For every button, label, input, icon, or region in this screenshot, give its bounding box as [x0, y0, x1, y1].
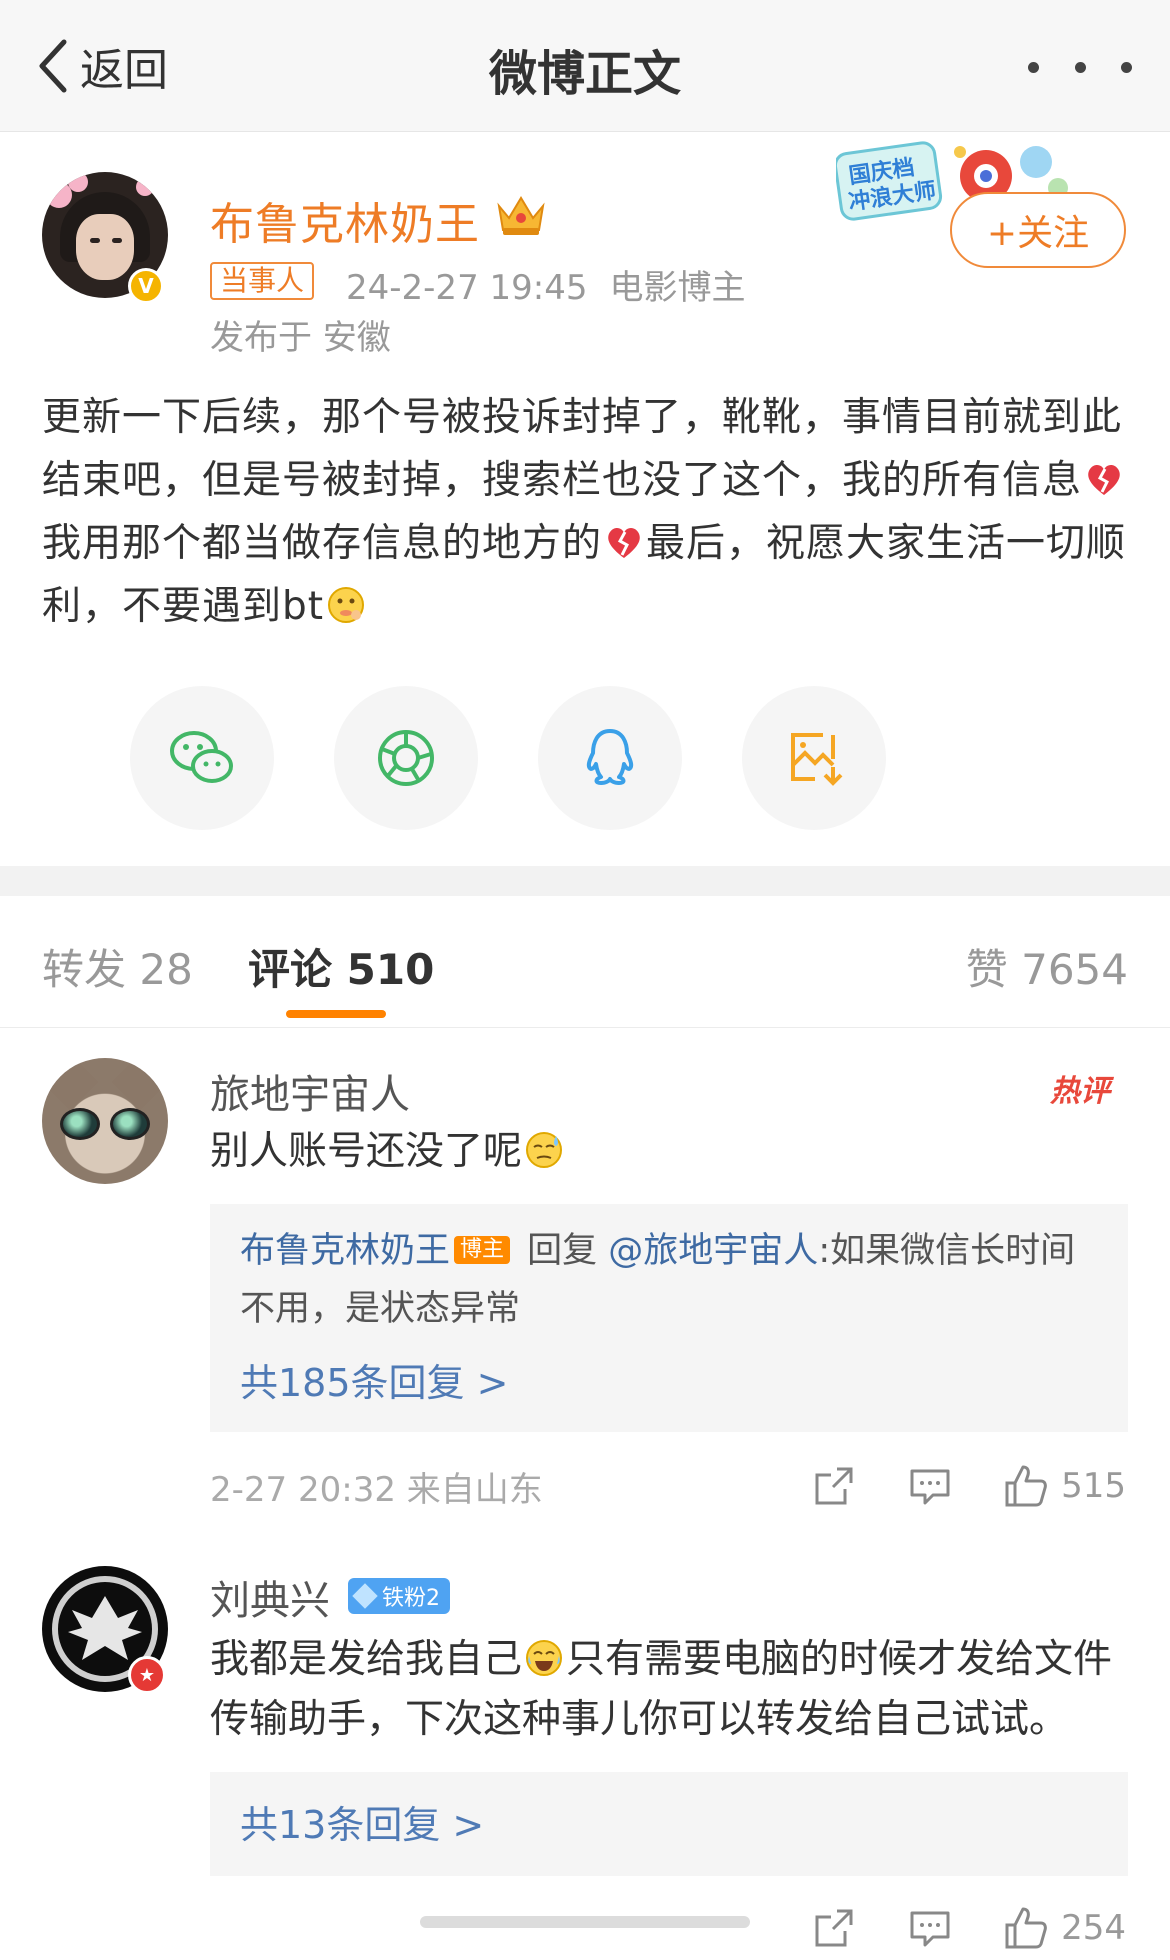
post-timestamp: 24-2-27 19:45 [346, 268, 588, 308]
thumbs-up-icon [1005, 1465, 1047, 1507]
back-label: 返回 [80, 45, 168, 96]
laughing-face-icon [526, 1640, 563, 1676]
commenter-avatar[interactable] [42, 1058, 168, 1184]
avatar-ear [111, 1058, 168, 1111]
fan-level-badge: 铁粉2 [348, 1578, 450, 1614]
tab-bar: 转发 28 评论 510 赞 7654 [0, 896, 1170, 1028]
share-wechat-button[interactable] [130, 686, 274, 830]
comment-text-content: 我都是发给我自己 [210, 1637, 523, 1682]
section-divider [0, 866, 1170, 896]
avatar-eye [112, 238, 122, 243]
dot-icon [1121, 61, 1132, 73]
comment-actions: 254 [761, 1898, 1126, 1958]
star-badge-icon: ★ [128, 1656, 166, 1694]
commenter-name[interactable]: 刘典兴 [210, 1568, 330, 1626]
broken-heart-icon [1088, 464, 1120, 495]
comment-footer: 2-27 20:32 来自山东 515 [210, 1456, 1126, 1516]
like-count: 515 [1061, 1466, 1126, 1506]
comment-text-content: 别人账号还没了呢 [210, 1129, 523, 1174]
verified-icon: V [128, 268, 164, 304]
dot-icon [1028, 61, 1039, 73]
save-image-icon [791, 733, 843, 786]
fan-level-label: 铁粉2 [382, 1586, 440, 1611]
reply-preview[interactable]: 共13条回复 > [210, 1772, 1128, 1876]
moments-icon [378, 730, 434, 786]
repost-comment-button[interactable] [811, 1463, 857, 1509]
thinking-face-icon [328, 587, 365, 623]
share-moments-button[interactable] [334, 686, 478, 830]
chevron-left-icon [39, 39, 67, 93]
tab-repost[interactable]: 转发 28 [42, 936, 193, 997]
share-out-icon [815, 1467, 853, 1505]
reply-prefix: 回复 [516, 1231, 609, 1271]
flower-decoration [136, 178, 154, 196]
crown-icon [497, 196, 545, 235]
author-name[interactable]: 布鲁克林奶王 [210, 188, 480, 252]
like-comment-button[interactable]: 254 [1003, 1905, 1126, 1951]
comment-actions: 515 [761, 1456, 1126, 1516]
comment-text: 我都是发给我自己 只有需要电脑的时候才发给文件传输助手，下次这种事儿你可以转发给自… [210, 1630, 1130, 1750]
broken-heart-icon [608, 527, 640, 558]
share-row [130, 686, 1040, 830]
share-qq-button[interactable] [538, 686, 682, 830]
like-count: 254 [1061, 1908, 1126, 1948]
diamond-icon [352, 1583, 378, 1609]
hot-comment-badge: 热评 [1050, 1054, 1118, 1110]
comment-icon [910, 1911, 950, 1947]
post-meta: 24-2-27 19:45 电影博主 [346, 260, 768, 309]
comment-time: 2-27 20:32 来自山东 [210, 1470, 543, 1510]
reply-preview[interactable]: 布鲁克林奶王 博主 回复 @旅地宇宙人:如果微信长时间不用，是状态异常 共185条… [210, 1204, 1128, 1432]
flower-decoration [68, 172, 88, 192]
repost-comment-button[interactable] [811, 1905, 857, 1951]
tab-active-indicator [286, 1010, 386, 1018]
wechat-icon [170, 731, 233, 783]
tab-comments[interactable]: 评论 510 [248, 936, 434, 997]
commenter-name[interactable]: 旅地宇宙人 [210, 1062, 410, 1120]
save-image-button[interactable] [742, 686, 886, 830]
comment-icon [910, 1469, 950, 1505]
home-indicator [420, 1916, 750, 1928]
sweat-face-icon [526, 1132, 563, 1168]
avatar-ear [42, 1058, 99, 1111]
follow-button[interactable]: +关注 [950, 192, 1126, 268]
thumbs-up-icon [1005, 1907, 1047, 1949]
view-replies-link[interactable]: 共13条回复 > [240, 1794, 1098, 1849]
dot-icon [1074, 61, 1086, 73]
tab-likes[interactable]: 赞 7654 [966, 936, 1128, 997]
comment-footer: 254 [210, 1898, 1126, 1958]
reply-comment-button[interactable] [907, 1905, 953, 1951]
reply-mention[interactable]: @旅地宇宙人 [608, 1231, 818, 1271]
post-text: 更新一下后续，那个号被投诉封掉了，靴靴，事情目前就到此结束吧，但是号被封掉，搜索… [42, 395, 1123, 503]
blogger-badge: 博主 [454, 1236, 511, 1264]
sunglasses-lens [60, 1108, 100, 1140]
reply-comment-button[interactable] [907, 1463, 953, 1509]
post-body: 更新一下后续，那个号被投诉封掉了，靴靴，事情目前就到此结束吧，但是号被封掉，搜索… [42, 386, 1132, 638]
more-options-button[interactable] [1028, 50, 1132, 84]
qq-icon [586, 729, 634, 785]
post-text: 我用那个都当做存信息的地方的 [42, 521, 603, 566]
comment-text: 别人账号还没了呢 [210, 1122, 566, 1182]
reply-line: 布鲁克林奶王 博主 回复 @旅地宇宙人:如果微信长时间不用，是状态异常 [240, 1222, 1098, 1338]
post-location: 发布于 安徽 [210, 318, 391, 358]
party-badge: 当事人 [210, 262, 315, 300]
nav-bar: 返回 微博正文 [0, 0, 1170, 132]
like-comment-button[interactable]: 515 [1003, 1463, 1126, 1509]
page-title: 微博正文 [488, 46, 681, 102]
reply-author[interactable]: 布鲁克林奶王 [240, 1231, 450, 1271]
view-replies-link[interactable]: 共185条回复 > [240, 1352, 1098, 1407]
share-out-icon [815, 1909, 853, 1947]
sunglasses-lens [110, 1108, 150, 1140]
back-button[interactable]: 返回 [34, 30, 168, 102]
avatar-face [76, 214, 134, 280]
author-category: 电影博主 [609, 268, 746, 308]
avatar-eye [90, 238, 100, 243]
